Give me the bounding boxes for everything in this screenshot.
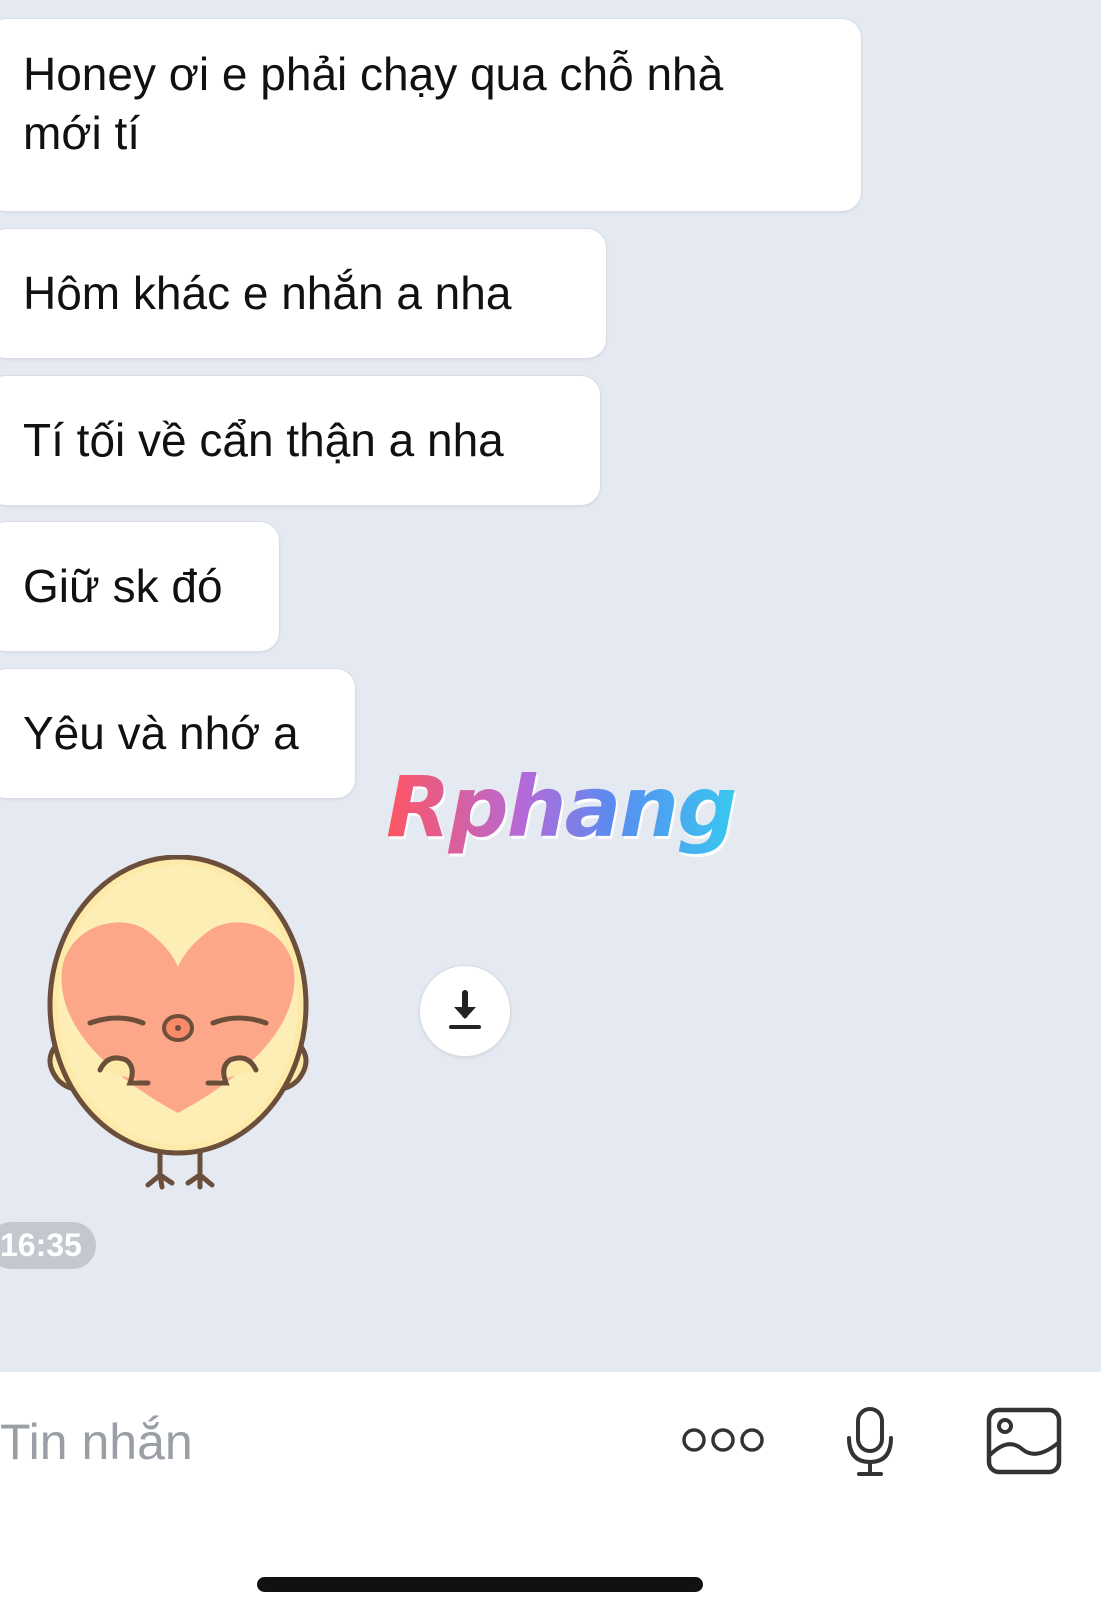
- image-gallery-icon: [986, 1407, 1062, 1475]
- message-text: Hôm khác e nhắn a nha: [23, 267, 512, 319]
- message-input[interactable]: [0, 1405, 600, 1479]
- microphone-button[interactable]: [840, 1404, 900, 1480]
- message-timestamp: 16:35: [0, 1222, 96, 1269]
- watermark: Rphang: [386, 758, 737, 856]
- message-bubble[interactable]: Hôm khác e nhắn a nha: [0, 228, 607, 359]
- download-icon: [449, 990, 481, 1029]
- message-bubble[interactable]: Tí tối về cẩn thận a nha: [0, 375, 601, 506]
- message-text: Honey ơi e phải chạy qua chỗ nhà: [23, 48, 724, 100]
- message-text: Yêu và nhớ a: [23, 707, 299, 759]
- heart-chick-sticker[interactable]: [38, 855, 318, 1195]
- message-bubble[interactable]: Yêu và nhớ a: [0, 668, 356, 799]
- image-gallery-button[interactable]: [984, 1405, 1064, 1477]
- message-text: mới tí: [23, 107, 141, 159]
- microphone-icon: [847, 1407, 893, 1476]
- message-bubble[interactable]: Giữ sk đó: [0, 521, 280, 652]
- message-text: Giữ sk đó: [23, 560, 223, 612]
- message-bubble[interactable]: Honey ơi e phải chạy qua chỗ nhà mới tí: [0, 18, 862, 212]
- more-options-icon: [682, 1428, 764, 1452]
- home-indicator[interactable]: [257, 1577, 703, 1592]
- more-options-button[interactable]: [678, 1415, 768, 1465]
- message-text: Tí tối về cẩn thận a nha: [23, 414, 504, 466]
- chat-area: Honey ơi e phải chạy qua chỗ nhà mới tí …: [0, 0, 1101, 1372]
- download-button[interactable]: [419, 965, 511, 1057]
